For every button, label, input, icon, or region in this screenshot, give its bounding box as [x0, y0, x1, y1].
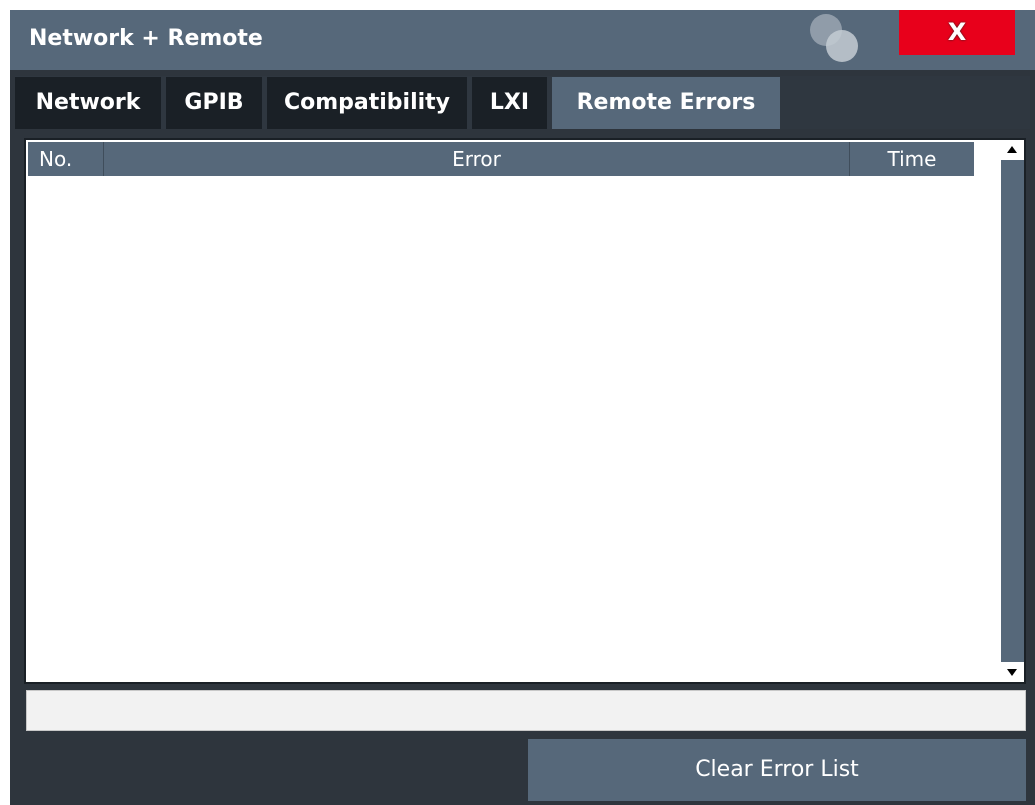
table-header: No. Error Time [28, 142, 974, 176]
scroll-up-button[interactable] [1001, 140, 1024, 160]
error-detail-field [26, 690, 1026, 731]
overlapping-circles-icon [810, 14, 858, 62]
tab-bar: Network GPIB Compatibility LXI Remote Er… [15, 76, 1030, 129]
close-button[interactable]: X [899, 10, 1015, 55]
tab-lxi[interactable]: LXI [472, 77, 547, 129]
clear-error-list-button[interactable]: Clear Error List [528, 739, 1026, 801]
vertical-scrollbar[interactable] [1001, 140, 1024, 682]
tab-network[interactable]: Network [15, 77, 161, 129]
tab-remote-errors[interactable]: Remote Errors [552, 77, 780, 129]
title-bar: Network + Remote X [10, 10, 1035, 70]
column-header-error[interactable]: Error [104, 142, 850, 176]
close-icon: X [947, 18, 967, 46]
column-header-number[interactable]: No. [28, 142, 104, 176]
arrow-up-icon [1007, 146, 1017, 153]
tab-compatibility[interactable]: Compatibility [267, 77, 467, 129]
column-header-time[interactable]: Time [850, 142, 974, 176]
tab-gpib[interactable]: GPIB [166, 77, 262, 129]
scroll-down-button[interactable] [1001, 662, 1024, 682]
window-title: Network + Remote [29, 26, 263, 51]
network-remote-dialog: Network + Remote X Network GPIB Compatib… [10, 10, 1035, 805]
arrow-down-icon [1007, 669, 1017, 676]
error-list-table[interactable]: No. Error Time [24, 138, 1026, 684]
